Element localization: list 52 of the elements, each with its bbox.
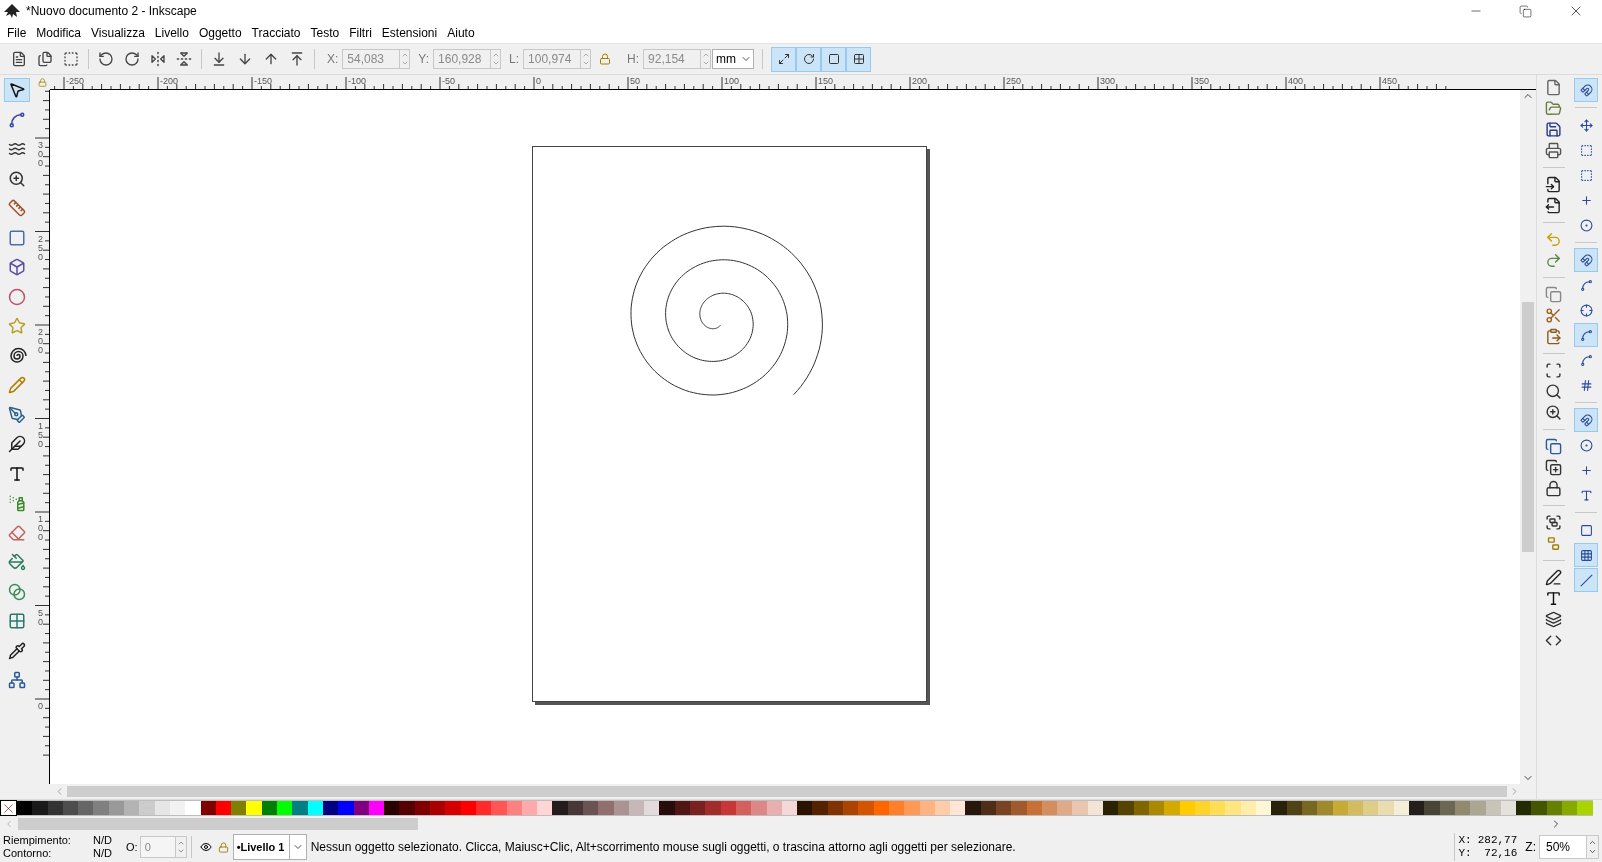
menu-item[interactable]: Testo <box>305 23 345 42</box>
menu-item[interactable]: Oggetto <box>193 23 247 42</box>
ruler-label: 450 <box>1382 76 1398 86</box>
stroke-value: N/D <box>92 847 113 860</box>
menu-item[interactable]: Filtri <box>344 23 377 42</box>
layer-dropdown[interactable]: •Livello 1 <box>232 834 307 860</box>
ruler-label: 0 <box>536 76 541 86</box>
ruler-label: 150 <box>818 76 834 86</box>
ruler-label: 100 <box>38 514 43 542</box>
fill-label: Riempimento: <box>3 834 72 847</box>
cursor-y-value: 72,16 <box>1483 847 1518 860</box>
ruler-label: 200 <box>38 327 43 355</box>
menu-item[interactable]: Visualizza <box>86 23 150 42</box>
ruler-label: 300 <box>38 140 43 168</box>
ruler-label: 0 <box>38 701 43 711</box>
opacity-field[interactable]: 0 <box>139 836 176 858</box>
ruler-label: -200 <box>160 76 178 86</box>
zoom-field[interactable]: 50% <box>1539 835 1587 859</box>
menu-item[interactable]: File <box>2 23 32 42</box>
cursor-x-value: 282,77 <box>1477 834 1518 847</box>
cursor-x-label: X: <box>1458 834 1472 847</box>
ruler-label: 50 <box>630 76 640 86</box>
ruler-label: 300 <box>1100 76 1116 86</box>
unit-dropdown[interactable]: mm <box>712 49 755 69</box>
ruler-label: 250 <box>38 233 43 262</box>
cursor-y-label: Y: <box>1458 847 1472 860</box>
field-label: X: <box>327 51 339 68</box>
fill-value: N/D <box>92 834 113 847</box>
opacity-label: O: <box>126 839 138 855</box>
ruler-label: 350 <box>1194 76 1210 86</box>
ruler-label: 50 <box>38 607 43 627</box>
stroke-label: Contorno: <box>3 847 53 860</box>
window-title: *Nuovo documento 2 - Inkscape <box>26 3 197 20</box>
menu-item[interactable]: Aiuto <box>442 23 480 42</box>
field-label: H: <box>627 51 640 68</box>
menu-item[interactable]: Modifica <box>31 23 87 42</box>
ruler-label: 150 <box>38 420 43 449</box>
ruler-label: 250 <box>1006 76 1022 86</box>
zoom-label: Z: <box>1525 839 1536 856</box>
menu-item[interactable]: Livello <box>149 23 194 42</box>
ruler-label: -50 <box>442 76 455 86</box>
ruler-label: 200 <box>912 76 928 86</box>
ruler-label: 400 <box>1288 76 1304 86</box>
field-label: L: <box>509 51 520 68</box>
menu-item[interactable]: Estensioni <box>376 23 443 42</box>
ruler-label: -250 <box>66 76 84 86</box>
status-message: Nessun oggetto selezionato. Clicca, Maiusc+Clic, Alt+scorrimento mouse sugli oggetti, o trascina attorno agli oggetti per selezionare. <box>310 839 1016 856</box>
field-label: Y: <box>418 51 430 68</box>
menu-item[interactable]: Tracciato <box>246 23 306 42</box>
ruler-label: -100 <box>348 76 366 86</box>
ruler-label: -150 <box>254 76 272 86</box>
ruler-label: 100 <box>724 76 740 86</box>
